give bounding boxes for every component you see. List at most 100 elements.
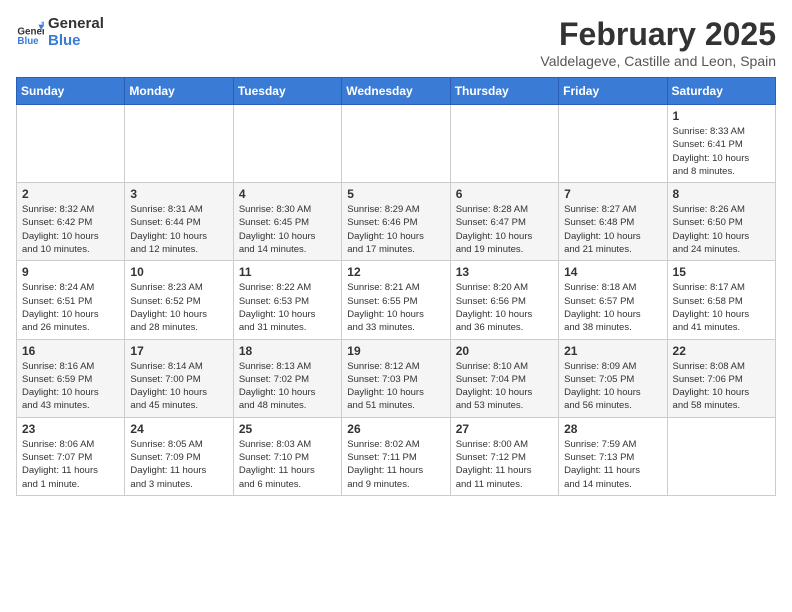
calendar-cell — [559, 105, 667, 183]
day-number: 18 — [239, 344, 336, 358]
calendar-week-1: 1 Sunrise: 8:33 AM Sunset: 6:41 PM Daylig… — [17, 105, 776, 183]
day-info: Sunrise: 8:13 AM Sunset: 7:02 PM Dayligh… — [239, 360, 336, 413]
calendar-cell: 5 Sunrise: 8:29 AM Sunset: 6:46 PM Daylig… — [342, 183, 450, 261]
day-number: 15 — [673, 265, 770, 279]
day-number: 8 — [673, 187, 770, 201]
weekday-header-thursday: Thursday — [450, 78, 558, 105]
calendar-cell — [125, 105, 233, 183]
calendar-cell: 10 Sunrise: 8:23 AM Sunset: 6:52 PM Dayli… — [125, 261, 233, 339]
calendar-cell: 12 Sunrise: 8:21 AM Sunset: 6:55 PM Dayli… — [342, 261, 450, 339]
calendar-cell — [17, 105, 125, 183]
day-info: Sunrise: 8:32 AM Sunset: 6:42 PM Dayligh… — [22, 203, 119, 256]
day-number: 24 — [130, 422, 227, 436]
day-info: Sunrise: 8:20 AM Sunset: 6:56 PM Dayligh… — [456, 281, 553, 334]
day-number: 5 — [347, 187, 444, 201]
day-number: 17 — [130, 344, 227, 358]
day-number: 2 — [22, 187, 119, 201]
logo-general: General — [48, 16, 104, 33]
logo-icon: General Blue — [16, 19, 44, 47]
month-title: February 2025 — [540, 16, 776, 53]
calendar-cell: 11Sunrise: 8:22 AM Sunset: 6:53 PM Dayli… — [233, 261, 341, 339]
svg-text:Blue: Blue — [17, 36, 39, 47]
day-info: Sunrise: 8:24 AM Sunset: 6:51 PM Dayligh… — [22, 281, 119, 334]
day-info: Sunrise: 8:23 AM Sunset: 6:52 PM Dayligh… — [130, 281, 227, 334]
weekday-header-wednesday: Wednesday — [342, 78, 450, 105]
day-info: Sunrise: 8:18 AM Sunset: 6:57 PM Dayligh… — [564, 281, 661, 334]
day-info: Sunrise: 8:09 AM Sunset: 7:05 PM Dayligh… — [564, 360, 661, 413]
day-number: 27 — [456, 422, 553, 436]
calendar-cell: 3Sunrise: 8:31 AM Sunset: 6:44 PM Daylig… — [125, 183, 233, 261]
calendar-week-3: 9 Sunrise: 8:24 AM Sunset: 6:51 PM Daylig… — [17, 261, 776, 339]
day-number: 14 — [564, 265, 661, 279]
calendar-cell: 6Sunrise: 8:28 AM Sunset: 6:47 PM Daylig… — [450, 183, 558, 261]
day-number: 19 — [347, 344, 444, 358]
calendar-cell: 20 Sunrise: 8:10 AM Sunset: 7:04 PM Dayli… — [450, 339, 558, 417]
calendar-cell: 9 Sunrise: 8:24 AM Sunset: 6:51 PM Daylig… — [17, 261, 125, 339]
day-info: Sunrise: 8:27 AM Sunset: 6:48 PM Dayligh… — [564, 203, 661, 256]
calendar-cell: 26Sunrise: 8:02 AM Sunset: 7:11 PM Dayli… — [342, 417, 450, 495]
day-info: Sunrise: 8:31 AM Sunset: 6:44 PM Dayligh… — [130, 203, 227, 256]
calendar-cell: 25 Sunrise: 8:03 AM Sunset: 7:10 PM Dayli… — [233, 417, 341, 495]
calendar-cell — [667, 417, 775, 495]
calendar-cell: 15 Sunrise: 8:17 AM Sunset: 6:58 PM Dayli… — [667, 261, 775, 339]
day-number: 1 — [673, 109, 770, 123]
day-number: 12 — [347, 265, 444, 279]
day-info: Sunrise: 8:00 AM Sunset: 7:12 PM Dayligh… — [456, 438, 553, 491]
day-info: Sunrise: 8:10 AM Sunset: 7:04 PM Dayligh… — [456, 360, 553, 413]
day-info: Sunrise: 8:17 AM Sunset: 6:58 PM Dayligh… — [673, 281, 770, 334]
calendar-cell — [450, 105, 558, 183]
day-info: Sunrise: 8:30 AM Sunset: 6:45 PM Dayligh… — [239, 203, 336, 256]
day-number: 22 — [673, 344, 770, 358]
day-info: Sunrise: 8:05 AM Sunset: 7:09 PM Dayligh… — [130, 438, 227, 491]
weekday-header-saturday: Saturday — [667, 78, 775, 105]
logo: General Blue General Blue — [16, 16, 104, 49]
day-info: Sunrise: 8:21 AM Sunset: 6:55 PM Dayligh… — [347, 281, 444, 334]
day-info: Sunrise: 8:03 AM Sunset: 7:10 PM Dayligh… — [239, 438, 336, 491]
day-info: Sunrise: 8:12 AM Sunset: 7:03 PM Dayligh… — [347, 360, 444, 413]
calendar-cell: 22Sunrise: 8:08 AM Sunset: 7:06 PM Dayli… — [667, 339, 775, 417]
calendar-cell: 23 Sunrise: 8:06 AM Sunset: 7:07 PM Dayli… — [17, 417, 125, 495]
day-info: Sunrise: 8:22 AM Sunset: 6:53 PM Dayligh… — [239, 281, 336, 334]
weekday-header-tuesday: Tuesday — [233, 78, 341, 105]
calendar-week-5: 23 Sunrise: 8:06 AM Sunset: 7:07 PM Dayli… — [17, 417, 776, 495]
day-info: Sunrise: 7:59 AM Sunset: 7:13 PM Dayligh… — [564, 438, 661, 491]
day-number: 21 — [564, 344, 661, 358]
day-info: Sunrise: 8:02 AM Sunset: 7:11 PM Dayligh… — [347, 438, 444, 491]
day-info: Sunrise: 8:26 AM Sunset: 6:50 PM Dayligh… — [673, 203, 770, 256]
weekday-header-row: SundayMondayTuesdayWednesdayThursdayFrid… — [17, 78, 776, 105]
day-number: 23 — [22, 422, 119, 436]
weekday-header-sunday: Sunday — [17, 78, 125, 105]
calendar-cell: 18 Sunrise: 8:13 AM Sunset: 7:02 PM Dayli… — [233, 339, 341, 417]
calendar-cell: 1 Sunrise: 8:33 AM Sunset: 6:41 PM Daylig… — [667, 105, 775, 183]
day-number: 16 — [22, 344, 119, 358]
calendar-cell: 21 Sunrise: 8:09 AM Sunset: 7:05 PM Dayli… — [559, 339, 667, 417]
title-block: February 2025 Valdelageve, Castille and … — [540, 16, 776, 69]
day-number: 10 — [130, 265, 227, 279]
day-info: Sunrise: 8:14 AM Sunset: 7:00 PM Dayligh… — [130, 360, 227, 413]
calendar-cell: 14 Sunrise: 8:18 AM Sunset: 6:57 PM Dayli… — [559, 261, 667, 339]
day-info: Sunrise: 8:16 AM Sunset: 6:59 PM Dayligh… — [22, 360, 119, 413]
day-number: 20 — [456, 344, 553, 358]
calendar-cell: 19 Sunrise: 8:12 AM Sunset: 7:03 PM Dayli… — [342, 339, 450, 417]
day-info: Sunrise: 8:33 AM Sunset: 6:41 PM Dayligh… — [673, 125, 770, 178]
calendar-week-4: 16 Sunrise: 8:16 AM Sunset: 6:59 PM Dayli… — [17, 339, 776, 417]
day-number: 25 — [239, 422, 336, 436]
calendar-cell: 24 Sunrise: 8:05 AM Sunset: 7:09 PM Dayli… — [125, 417, 233, 495]
calendar-cell: 2 Sunrise: 8:32 AM Sunset: 6:42 PM Daylig… — [17, 183, 125, 261]
day-info: Sunrise: 8:29 AM Sunset: 6:46 PM Dayligh… — [347, 203, 444, 256]
day-number: 13 — [456, 265, 553, 279]
calendar-cell: 27 Sunrise: 8:00 AM Sunset: 7:12 PM Dayli… — [450, 417, 558, 495]
day-number: 28 — [564, 422, 661, 436]
calendar-table: SundayMondayTuesdayWednesdayThursdayFrid… — [16, 77, 776, 496]
day-info: Sunrise: 8:06 AM Sunset: 7:07 PM Dayligh… — [22, 438, 119, 491]
calendar-cell: 13 Sunrise: 8:20 AM Sunset: 6:56 PM Dayli… — [450, 261, 558, 339]
calendar-cell: 4Sunrise: 8:30 AM Sunset: 6:45 PM Daylig… — [233, 183, 341, 261]
logo-blue: Blue — [48, 33, 104, 50]
calendar-cell: 8 Sunrise: 8:26 AM Sunset: 6:50 PM Daylig… — [667, 183, 775, 261]
weekday-header-friday: Friday — [559, 78, 667, 105]
page-header: General Blue General Blue February 2025 … — [16, 16, 776, 69]
location-subtitle: Valdelageve, Castille and Leon, Spain — [540, 53, 776, 69]
calendar-cell: 28 Sunrise: 7:59 AM Sunset: 7:13 PM Dayli… — [559, 417, 667, 495]
day-number: 9 — [22, 265, 119, 279]
day-info: Sunrise: 8:28 AM Sunset: 6:47 PM Dayligh… — [456, 203, 553, 256]
